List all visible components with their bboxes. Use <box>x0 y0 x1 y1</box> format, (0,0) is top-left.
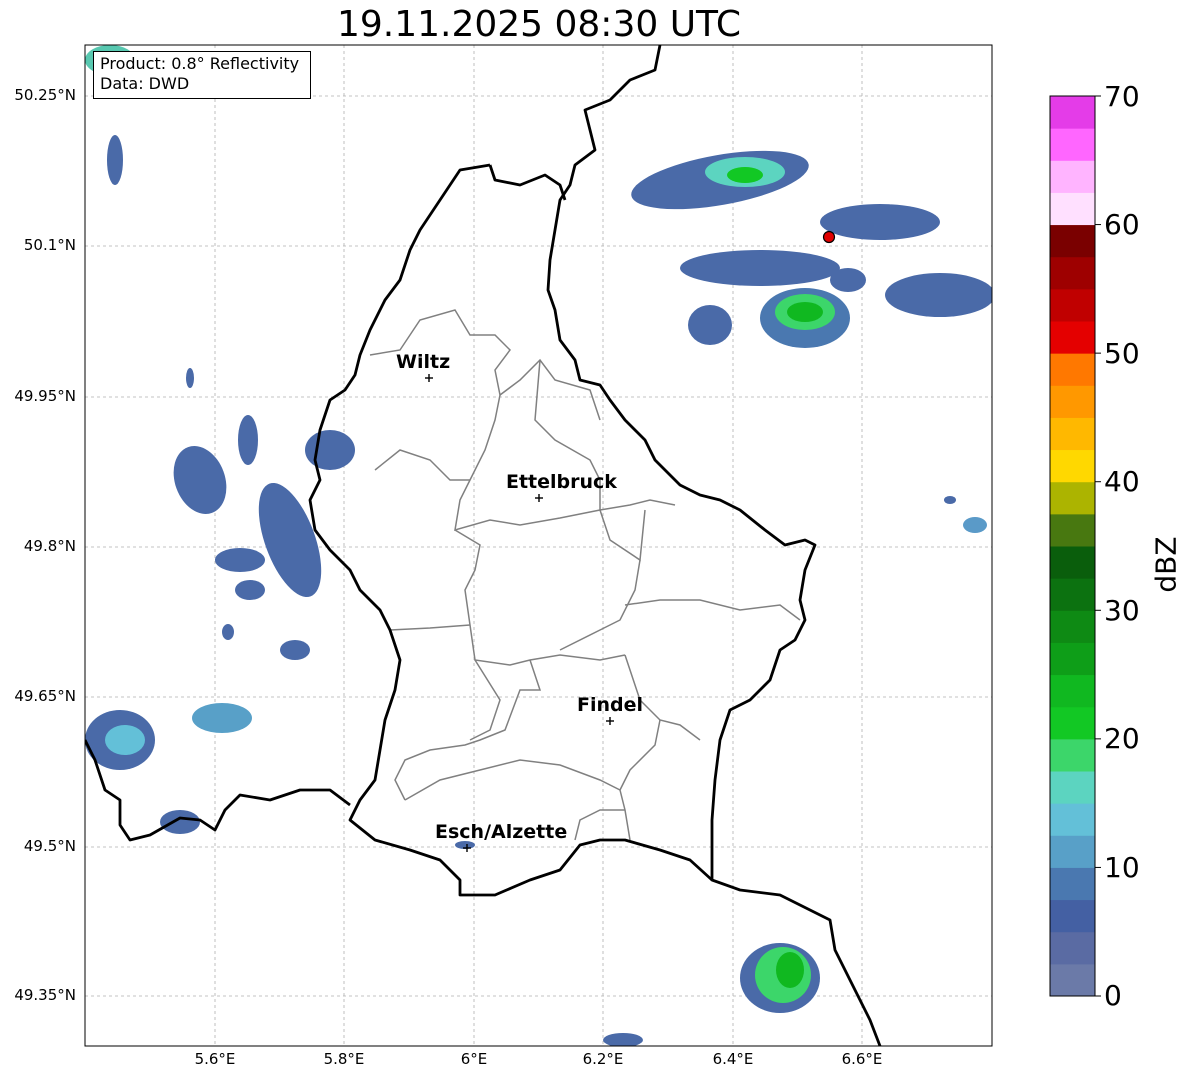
colorbar-segment <box>1050 224 1095 258</box>
lat-tick-label: 49.5°N <box>23 837 76 855</box>
colorbar-tick-label: 30 <box>1104 594 1140 627</box>
colorbar-segment <box>1050 610 1095 643</box>
radar-map[interactable] <box>0 0 1184 1081</box>
colorbar-tick-label: 10 <box>1104 851 1140 884</box>
colorbar-segment <box>1050 353 1095 386</box>
colorbar-segment <box>1050 642 1095 676</box>
grid-lines <box>85 45 992 1046</box>
lon-tick-label: 6°E <box>460 1050 488 1068</box>
lon-tick-label: 5.6°E <box>194 1050 236 1068</box>
colorbar-title: dBZ <box>1149 536 1183 593</box>
colorbar-segment <box>1050 128 1095 161</box>
colorbar-segment <box>1050 192 1095 226</box>
radar-site-marker[interactable] <box>822 230 836 244</box>
lat-tick-label: 49.95°N <box>14 387 76 405</box>
colorbar-tick-label: 20 <box>1104 722 1140 755</box>
colorbar-segment <box>1050 288 1095 322</box>
lon-tick-label: 6.2°E <box>582 1050 624 1068</box>
lat-tick-label: 49.35°N <box>14 986 76 1004</box>
colorbar-segment <box>1050 417 1095 451</box>
colorbar-segment <box>1050 160 1095 193</box>
colorbar-segment <box>1050 867 1095 901</box>
echo-cell-west <box>85 45 475 849</box>
colorbar-segment <box>1050 803 1095 836</box>
colorbar-segment <box>1050 899 1095 933</box>
colorbar-segment <box>1050 321 1095 354</box>
colorbar-tick-label: 50 <box>1104 337 1140 370</box>
lat-tick-label: 49.8°N <box>23 537 76 555</box>
colorbar-segment <box>1050 96 1095 129</box>
colorbar-segment <box>1050 674 1095 708</box>
colorbar-segment <box>1050 835 1095 868</box>
city-label-ettelbruck: Ettelbruck <box>506 471 617 493</box>
lon-tick-label: 5.8°E <box>323 1050 365 1068</box>
colorbar-tick-label: 40 <box>1104 465 1140 498</box>
colorbar-tick-label: 60 <box>1104 208 1140 241</box>
colorbar <box>1049 95 1101 997</box>
colorbar-segment <box>1050 385 1095 418</box>
colorbar-segment <box>1050 578 1095 611</box>
city-label-esch-alzette: Esch/Alzette <box>435 821 568 843</box>
colorbar-segment <box>1050 931 1095 965</box>
city-label-wiltz: Wiltz <box>396 351 451 373</box>
colorbar-tick-label: 0 <box>1104 979 1122 1012</box>
product-info-box: Product: 0.8° Reflectivity Data: DWD <box>93 51 311 99</box>
radar-echoes <box>85 45 992 1046</box>
lat-tick-label: 49.65°N <box>14 687 76 705</box>
canton-borders <box>369 309 801 841</box>
product-text: Product: 0.8° Reflectivity <box>100 54 300 73</box>
colorbar-segment <box>1050 546 1095 579</box>
echo-cell-north-east <box>631 150 992 533</box>
colorbar-segment <box>1050 513 1095 547</box>
colorbar-segment <box>1050 963 1095 997</box>
lon-tick-label: 6.6°E <box>841 1050 883 1068</box>
colorbar-segment <box>1050 256 1095 290</box>
lon-tick-label: 6.4°E <box>712 1050 754 1068</box>
colorbar-segment <box>1050 706 1095 740</box>
colorbar-segment <box>1050 771 1095 804</box>
lat-tick-label: 50.1°N <box>23 236 76 254</box>
colorbar-segment <box>1050 481 1095 515</box>
lat-tick-label: 50.25°N <box>14 86 76 104</box>
city-label-findel: Findel <box>577 694 644 716</box>
colorbar-tick-label: 70 <box>1104 80 1140 113</box>
city-markers <box>425 374 614 852</box>
colorbar-segment <box>1050 738 1095 772</box>
data-source-text: Data: DWD <box>100 74 190 93</box>
colorbar-segment <box>1050 449 1095 483</box>
echo-cell-south-east <box>603 943 820 1046</box>
